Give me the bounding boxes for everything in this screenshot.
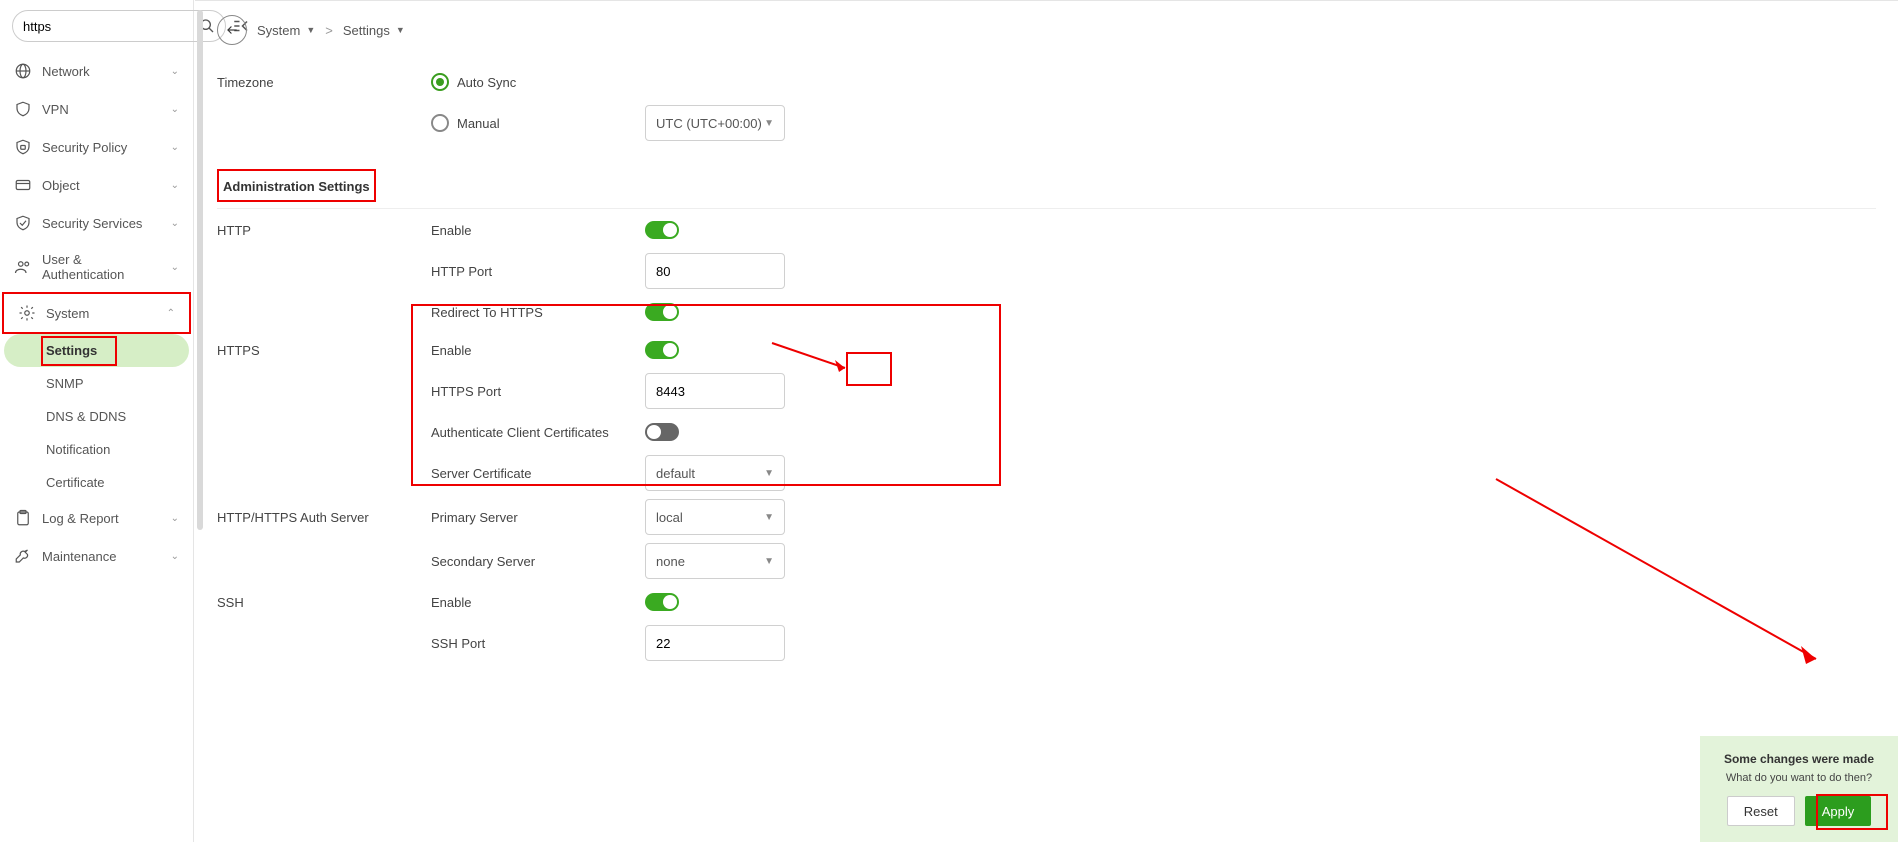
sidebar-item-label: Object [42, 178, 80, 193]
timezone-select[interactable]: UTC (UTC+00:00) ▼ [645, 105, 785, 141]
changes-toast: Some changes were made What do you want … [1700, 736, 1898, 842]
shield-vpn-icon [14, 100, 32, 118]
annotation-box-apply [1816, 794, 1888, 830]
breadcrumb-label: System [257, 23, 300, 38]
radio-label: Manual [457, 116, 500, 131]
http-label: HTTP [217, 223, 431, 238]
shield-check-icon [14, 214, 32, 232]
ssh-enable-toggle[interactable] [645, 593, 679, 611]
sidebar-sub-snmp[interactable]: SNMP [4, 367, 189, 400]
annotation-box [41, 336, 117, 366]
sidebar-sub-notification[interactable]: Notification [4, 433, 189, 466]
chevron-down-icon: ⌄ [171, 180, 179, 191]
sidebar-item-network[interactable]: Network ⌄ [0, 52, 193, 90]
clipboard-icon [14, 509, 32, 527]
sidebar-item-maintenance[interactable]: Maintenance ⌄ [0, 537, 193, 575]
sidebar-item-label: Maintenance [42, 549, 116, 564]
secondary-server-select[interactable]: none ▼ [645, 543, 785, 579]
chevron-down-icon: ⌄ [171, 104, 179, 115]
sidebar-item-security-policy[interactable]: Security Policy ⌄ [0, 128, 193, 166]
select-value: UTC (UTC+00:00) [656, 116, 762, 131]
ssh-label: SSH [217, 595, 431, 610]
sidebar-item-label: User & Authentication [42, 252, 161, 282]
sidebar-item-label: Security Policy [42, 140, 127, 155]
sidebar-sub-settings[interactable]: Settings [4, 334, 189, 367]
breadcrumb-separator: > [325, 23, 333, 38]
radio-label: Auto Sync [457, 75, 516, 90]
security-policy-icon [14, 138, 32, 156]
caret-down-icon: ▼ [306, 25, 315, 35]
https-label: HTTPS [217, 343, 431, 358]
wrench-icon [14, 547, 32, 565]
back-button[interactable] [217, 15, 247, 45]
sidebar: Network ⌄ VPN ⌄ Security Policy ⌄ Object… [0, 0, 194, 842]
main-content: System ▼ > Settings ▼ Timezone Auto Sync… [195, 0, 1898, 785]
timezone-label: Timezone [217, 75, 431, 90]
http-enable-toggle[interactable] [645, 221, 679, 239]
chevron-down-icon: ⌄ [171, 513, 179, 524]
breadcrumb: System ▼ > Settings ▼ [195, 1, 1898, 59]
chevron-down-icon: ⌄ [171, 551, 179, 562]
sidebar-item-user-auth[interactable]: User & Authentication ⌄ [0, 242, 193, 292]
sidebar-item-log-report[interactable]: Log & Report ⌄ [0, 499, 193, 537]
sidebar-item-label: System [46, 306, 89, 321]
sidebar-item-label: Certificate [46, 475, 105, 490]
globe-icon [14, 62, 32, 80]
http-port-label: HTTP Port [431, 264, 645, 279]
search-box[interactable] [12, 10, 226, 42]
administration-settings-heading: Administration Settings [217, 169, 376, 202]
chevron-down-icon: ⌄ [171, 262, 179, 273]
timezone-manual-radio[interactable]: Manual [431, 114, 645, 132]
reset-button[interactable]: Reset [1727, 796, 1795, 826]
annotation-box-https [411, 304, 1001, 486]
sidebar-sub-dns-ddns[interactable]: DNS & DDNS [4, 400, 189, 433]
sidebar-item-label: VPN [42, 102, 69, 117]
chevron-down-icon: ⌄ [171, 66, 179, 77]
breadcrumb-label: Settings [343, 23, 390, 38]
sidebar-item-vpn[interactable]: VPN ⌄ [0, 90, 193, 128]
object-icon [14, 176, 32, 194]
chevron-up-icon: ⌃ [167, 308, 175, 319]
ssh-port-input[interactable] [645, 625, 785, 661]
primary-server-label: Primary Server [431, 510, 645, 525]
secondary-server-label: Secondary Server [431, 554, 645, 569]
search-input[interactable] [23, 19, 199, 34]
sidebar-item-label: DNS & DDNS [46, 409, 126, 424]
gear-icon [18, 304, 36, 322]
http-enable-label: Enable [431, 223, 645, 238]
select-value: local [656, 510, 683, 525]
sidebar-item-system[interactable]: System ⌃ [2, 292, 191, 334]
timezone-auto-radio[interactable]: Auto Sync [431, 73, 645, 91]
sidebar-item-label: Notification [46, 442, 110, 457]
toast-title: Some changes were made [1714, 752, 1884, 766]
ssh-enable-label: Enable [431, 595, 645, 610]
auth-server-label: HTTP/HTTPS Auth Server [217, 510, 431, 525]
primary-server-select[interactable]: local ▼ [645, 499, 785, 535]
chevron-down-icon: ⌄ [171, 218, 179, 229]
chevron-down-icon: ⌄ [171, 142, 179, 153]
caret-down-icon: ▼ [396, 25, 405, 35]
caret-down-icon: ▼ [764, 118, 774, 129]
caret-down-icon: ▼ [764, 556, 774, 567]
caret-down-icon: ▼ [764, 512, 774, 523]
breadcrumb-settings[interactable]: Settings ▼ [343, 23, 405, 38]
sidebar-item-label: Log & Report [42, 511, 119, 526]
http-port-input[interactable] [645, 253, 785, 289]
sidebar-item-label: SNMP [46, 376, 84, 391]
sidebar-item-label: Network [42, 64, 90, 79]
select-value: none [656, 554, 685, 569]
toast-subtitle: What do you want to do then? [1714, 772, 1884, 784]
users-icon [14, 258, 32, 276]
sidebar-sub-certificate[interactable]: Certificate [4, 466, 189, 499]
sidebar-item-security-services[interactable]: Security Services ⌄ [0, 204, 193, 242]
sidebar-item-object[interactable]: Object ⌄ [0, 166, 193, 204]
breadcrumb-system[interactable]: System ▼ [257, 23, 315, 38]
annotation-box-https-port [846, 352, 892, 386]
ssh-port-label: SSH Port [431, 636, 645, 651]
sidebar-item-label: Security Services [42, 216, 142, 231]
